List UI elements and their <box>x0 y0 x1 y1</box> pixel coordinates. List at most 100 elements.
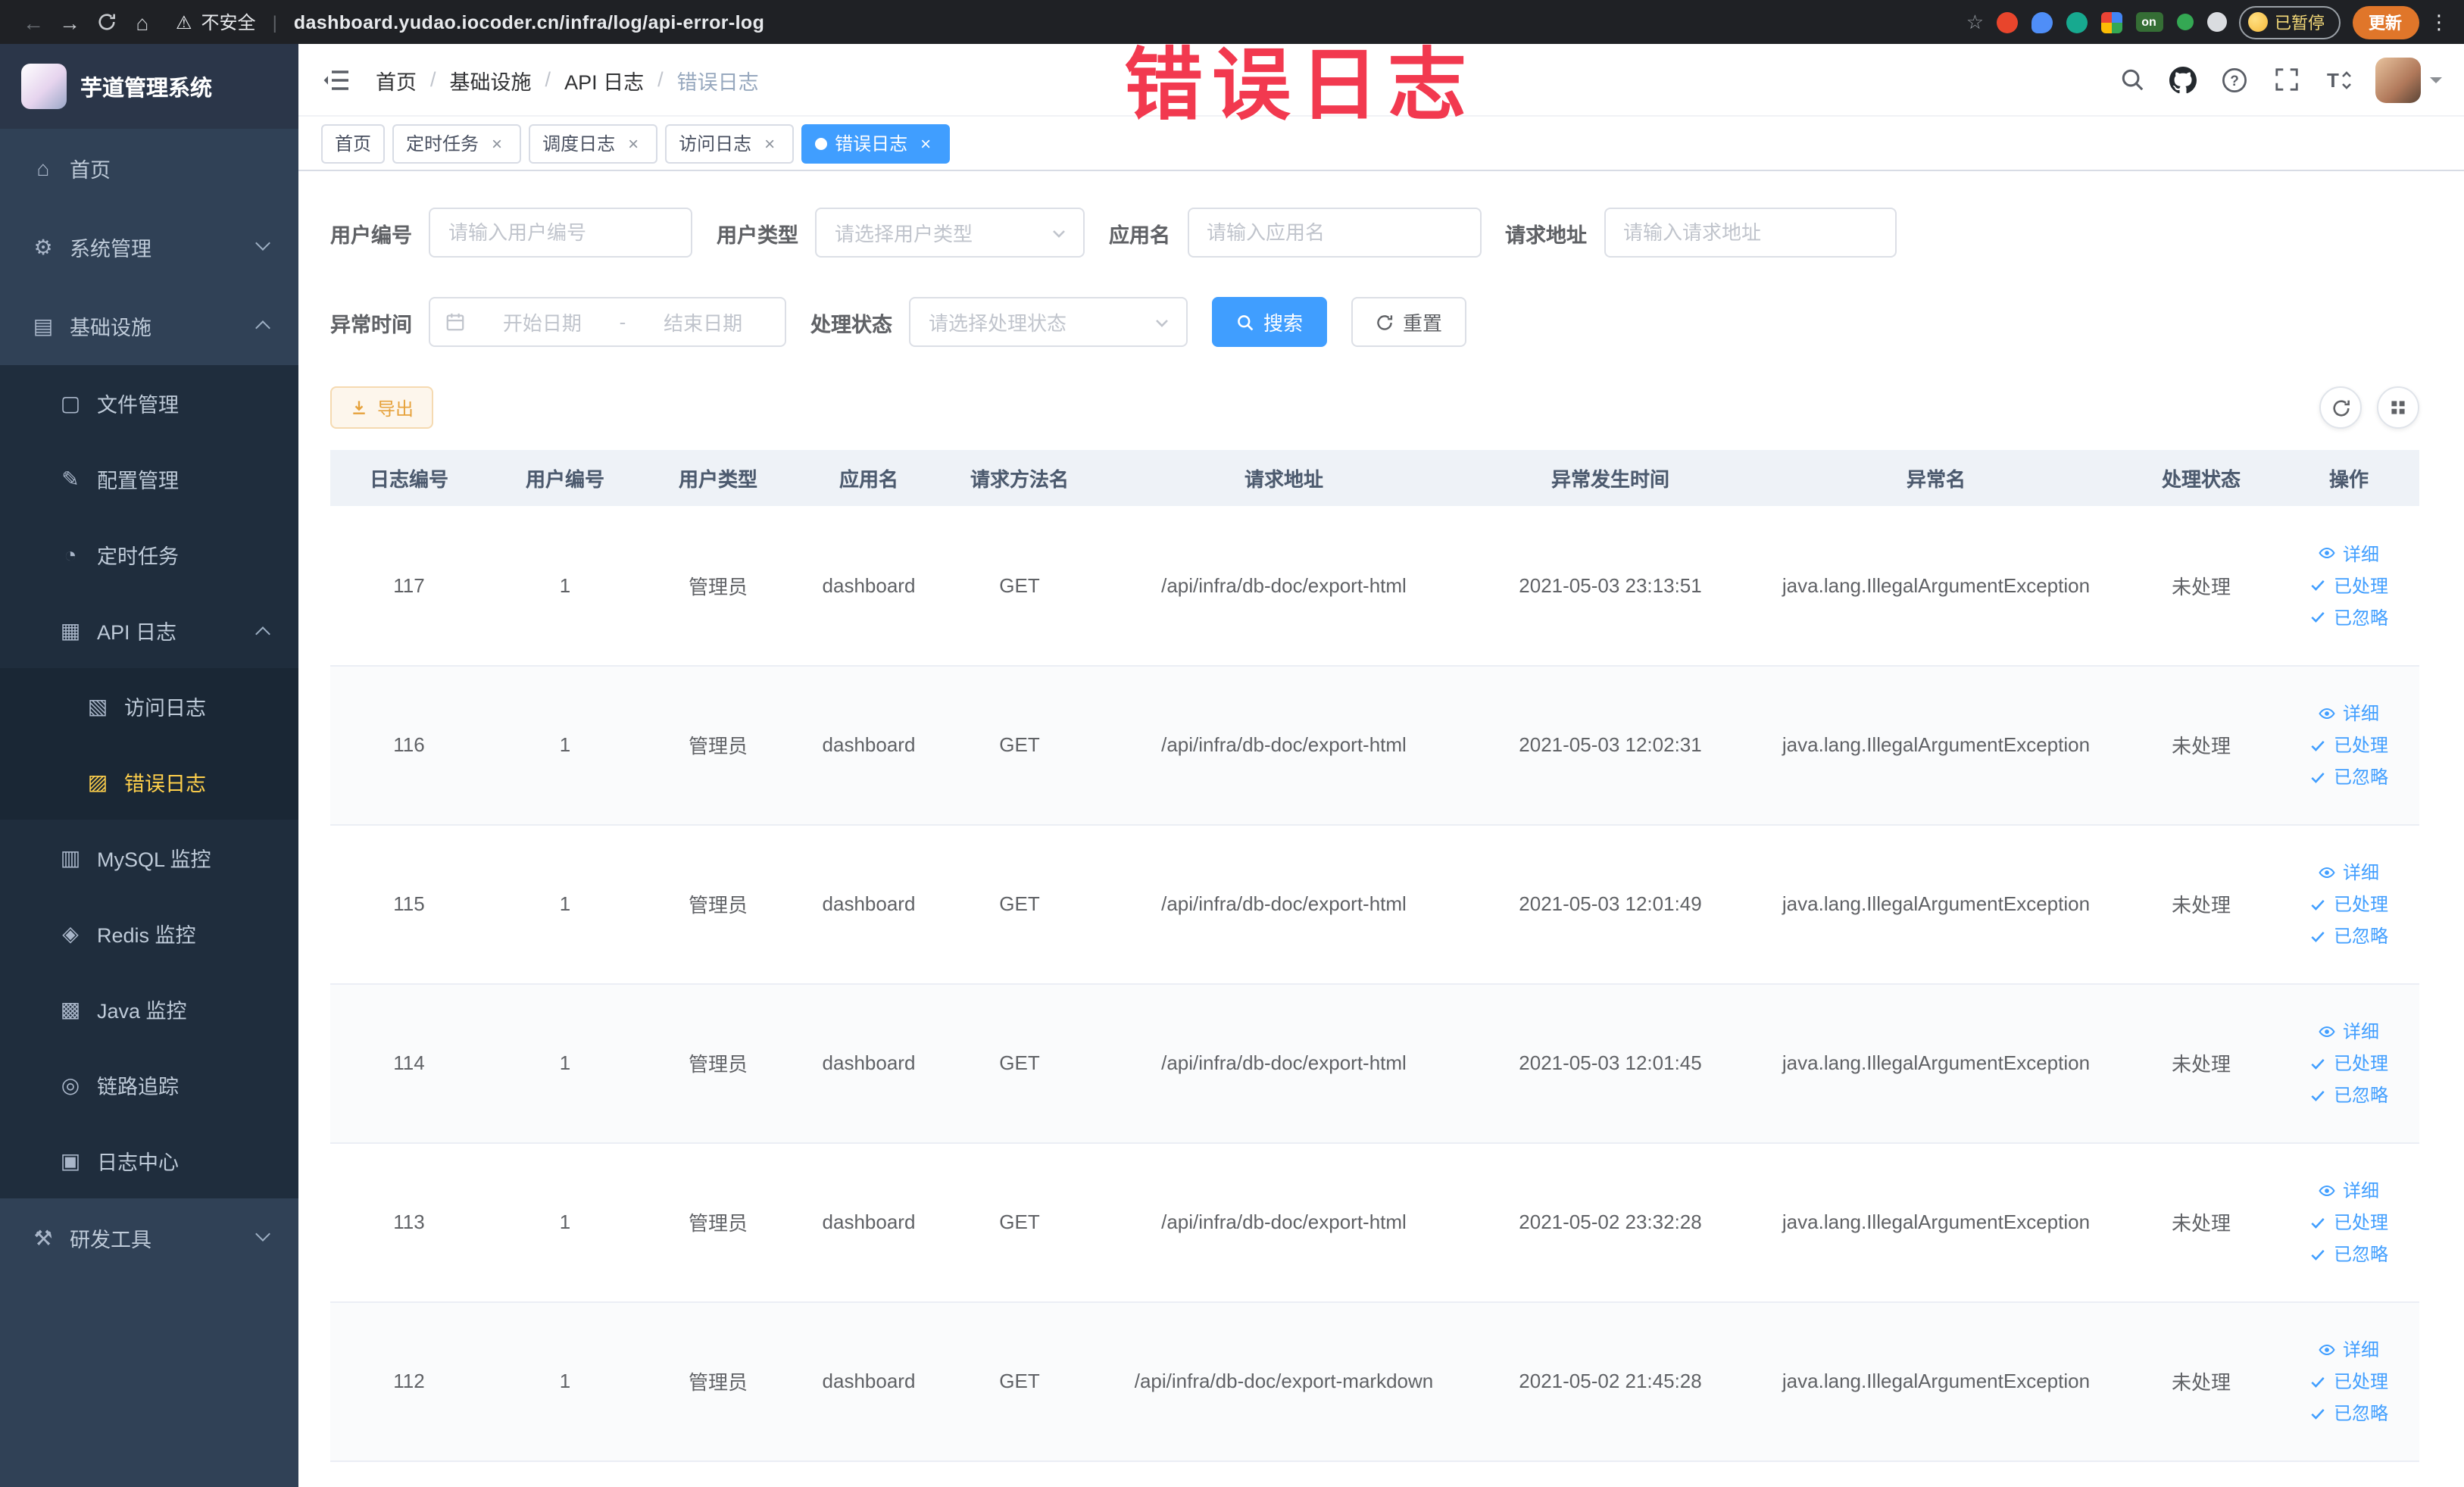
extension-grid-icon[interactable] <box>2100 11 2122 33</box>
row-actions: 详细 已处理 已忽略 <box>2284 700 2413 789</box>
tab-access-log[interactable]: 访问日志 × <box>665 123 795 163</box>
mark-processed-link[interactable]: 已处理 <box>2309 573 2388 598</box>
refresh-button[interactable] <box>2319 386 2362 429</box>
mark-ignored-link[interactable]: 已忽略 <box>2309 1082 2388 1107</box>
mark-ignored-link[interactable]: 已忽略 <box>2309 764 2388 789</box>
breadcrumb-item[interactable]: API 日志 <box>564 64 644 95</box>
process-status-select[interactable]: 请选择处理状态 <box>909 297 1188 347</box>
mark-processed-link[interactable]: 已处理 <box>2309 891 2388 917</box>
sidebar-toggle-icon[interactable] <box>321 64 351 95</box>
active-dot-icon <box>815 137 828 149</box>
search-icon[interactable] <box>2117 65 2146 94</box>
user-type-select[interactable]: 请选择用户类型 <box>815 208 1085 258</box>
mark-processed-link[interactable]: 已处理 <box>2309 1209 2388 1235</box>
font-size-icon[interactable]: T <box>2323 65 2352 94</box>
export-button[interactable]: 导出 <box>330 386 434 429</box>
user-id-input[interactable] <box>429 208 692 258</box>
close-icon[interactable]: × <box>623 133 644 154</box>
mark-ignored-link[interactable]: 已忽略 <box>2309 1241 2388 1267</box>
tab-error-log-active[interactable]: 错误日志 × <box>801 123 951 163</box>
extension-blue-drop-icon[interactable] <box>2031 11 2052 33</box>
tab-label: 定时任务 <box>406 133 479 155</box>
filter-row-1: 用户编号 用户类型 请选择用户类型 应用名 <box>330 208 2464 258</box>
breadcrumb-item[interactable]: 首页 <box>376 64 417 95</box>
request-url-input[interactable] <box>1604 208 1896 258</box>
app-name-input[interactable] <box>1187 208 1481 258</box>
detail-link[interactable]: 详细 <box>2319 541 2379 567</box>
close-icon[interactable]: × <box>915 133 936 154</box>
mark-ignored-link[interactable]: 已忽略 <box>2309 1400 2388 1426</box>
action-label: 已处理 <box>2333 1212 2388 1233</box>
forward-icon[interactable]: → <box>52 4 88 40</box>
update-button[interactable]: 更新 <box>2352 5 2419 39</box>
sidebar-item-system-mgmt[interactable]: ⚙ 系统管理 <box>0 208 298 286</box>
svg-text:?: ? <box>2230 73 2239 89</box>
close-icon[interactable]: × <box>486 133 507 154</box>
cell-user-id: 1 <box>488 824 642 984</box>
sidebar-item-file-mgmt[interactable]: ▢ 文件管理 <box>0 365 298 441</box>
detail-link[interactable]: 详细 <box>2319 859 2379 885</box>
sidebar-item-access-log[interactable]: ▧ 访问日志 <box>0 668 298 744</box>
mark-ignored-link[interactable]: 已忽略 <box>2309 604 2388 630</box>
tab-schedule-log[interactable]: 调度日志 × <box>529 123 658 163</box>
breadcrumb-separator: / <box>430 68 436 91</box>
detail-link[interactable]: 详细 <box>2319 1177 2379 1203</box>
detail-link[interactable]: 详细 <box>2319 1336 2379 1362</box>
extension-on-badge[interactable]: on <box>2135 12 2163 32</box>
fullscreen-icon[interactable] <box>2272 65 2300 94</box>
user-menu[interactable] <box>2375 57 2441 102</box>
sidebar-item-scheduled-jobs[interactable]: ◔ 定时任务 <box>0 517 298 592</box>
search-button[interactable]: 搜索 <box>1212 297 1328 347</box>
detail-link[interactable]: 详细 <box>2319 700 2379 726</box>
sidebar-item-home[interactable]: ⌂ 首页 <box>0 129 298 208</box>
action-label: 已处理 <box>2333 735 2388 756</box>
github-icon[interactable] <box>2169 65 2197 94</box>
tab-home[interactable]: 首页 <box>321 123 386 163</box>
breadcrumb-item[interactable]: 基础设施 <box>450 64 532 95</box>
cell-user-type: 管理员 <box>642 983 794 1143</box>
exception-time-range-picker[interactable]: 开始日期 - 结束日期 <box>429 297 786 347</box>
sidebar-item-redis-monitor[interactable]: ◈ Redis 监控 <box>0 895 298 971</box>
sidebar-item-label: API 日志 <box>97 621 177 644</box>
browser-menu-icon[interactable]: ⋮ <box>2429 10 2449 34</box>
extension-red-icon[interactable] <box>1996 11 2017 33</box>
sidebar-item-error-log[interactable]: ▨ 错误日志 <box>0 744 298 820</box>
sidebar-item-dev-tools[interactable]: ⚒ 研发工具 <box>0 1198 298 1277</box>
sidebar-item-api-log[interactable]: ▦ API 日志 <box>0 592 298 668</box>
tab-scheduled-jobs[interactable]: 定时任务 × <box>392 123 522 163</box>
app-logo[interactable]: 芋道管理系统 <box>0 44 298 129</box>
mark-processed-link[interactable]: 已处理 <box>2309 1368 2388 1394</box>
mark-processed-link[interactable]: 已处理 <box>2309 1050 2388 1076</box>
cell-app: dashboard <box>794 824 944 984</box>
sidebar-item-label: Redis 监控 <box>97 924 196 947</box>
help-icon[interactable]: ? <box>2220 65 2249 94</box>
sidebar: 芋道管理系统 ⌂ 首页 ⚙ 系统管理 ▤ 基础设施 ▢ 文件管理 ✎ 配置管理 … <box>0 44 298 1487</box>
paused-chip[interactable]: 已暂停 <box>2238 5 2340 39</box>
sidebar-item-mysql-monitor[interactable]: ▥ MySQL 监控 <box>0 820 298 895</box>
address-bar[interactable]: ⚠ 不安全 | dashboard.yudao.iocoder.cn/infra… <box>176 9 764 35</box>
sidebar-item-trace[interactable]: ◎ 链路追踪 <box>0 1047 298 1123</box>
row-actions: 详细 已处理 已忽略 <box>2284 1018 2413 1107</box>
cell-log-id: 112 <box>330 1301 488 1461</box>
close-icon[interactable]: × <box>759 133 780 154</box>
error-log-table: 日志编号 用户编号 用户类型 应用名 请求方法名 请求地址 异常发生时间 异常名… <box>330 450 2419 1461</box>
mark-processed-link[interactable]: 已处理 <box>2309 732 2388 758</box>
sidebar-item-infrastructure[interactable]: ▤ 基础设施 <box>0 286 298 365</box>
sidebar-item-log-center[interactable]: ▣ 日志中心 <box>0 1123 298 1198</box>
extension-paw-icon[interactable] <box>2206 12 2226 32</box>
sidebar-item-java-monitor[interactable]: ▩ Java 监控 <box>0 971 298 1047</box>
sidebar-item-config-mgmt[interactable]: ✎ 配置管理 <box>0 441 298 517</box>
mark-ignored-link[interactable]: 已忽略 <box>2309 923 2388 948</box>
reload-icon[interactable] <box>88 4 124 40</box>
back-icon[interactable]: ← <box>15 4 52 40</box>
column-settings-button[interactable] <box>2377 386 2419 429</box>
home-icon[interactable]: ⌂ <box>124 4 161 40</box>
extension-green-icon[interactable] <box>2176 14 2193 30</box>
bookmark-star-icon[interactable]: ☆ <box>1966 10 1984 34</box>
action-label: 已处理 <box>2333 1371 2388 1392</box>
detail-link[interactable]: 详细 <box>2319 1018 2379 1044</box>
reset-button[interactable]: 重置 <box>1351 297 1467 347</box>
chevron-down-icon <box>1053 230 1065 237</box>
cell-time: 2021-05-03 12:02:31 <box>1472 665 1748 825</box>
extension-teal-icon[interactable] <box>2066 11 2087 33</box>
